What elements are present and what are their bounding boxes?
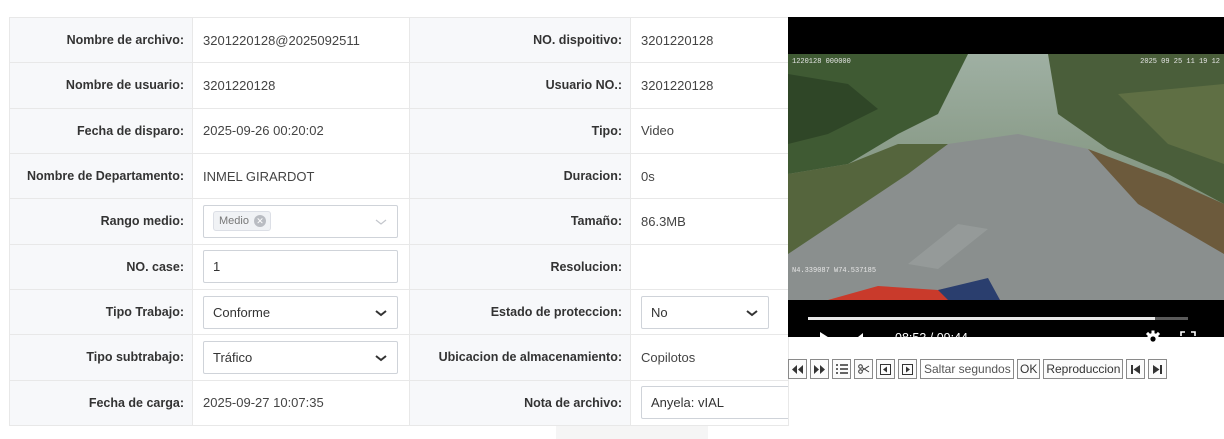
storage-label: Ubicacion de almacenamiento:	[409, 334, 631, 381]
close-icon[interactable]: ✕	[253, 215, 266, 228]
size-value: 86.3MB	[630, 198, 789, 245]
case-no-input[interactable]: 1	[203, 250, 398, 284]
chevron-down-icon	[375, 309, 387, 316]
playback-button[interactable]: Reproduccion	[1043, 359, 1124, 379]
trigger-date-label: Fecha de disparo:	[9, 107, 193, 154]
protection-label: Estado de proteccion:	[409, 288, 631, 336]
work-subtype-cell: Tráfico	[192, 334, 410, 381]
user-name-label: Nombre de usuario:	[9, 62, 193, 109]
table-row: NO. case: 1 Resolucion:	[9, 243, 789, 290]
user-no-value: 3201220128	[630, 62, 789, 109]
overlay-device: 1220128 000000	[792, 58, 851, 66]
duration-label: Duracion:	[409, 152, 631, 200]
case-no-cell: 1	[192, 243, 410, 290]
skip-start-icon	[1131, 364, 1141, 374]
gear-icon[interactable]	[1144, 330, 1162, 348]
scissors-icon	[857, 364, 869, 374]
skip-end-button[interactable]	[1148, 359, 1168, 379]
storage-value: Copilotos	[630, 334, 789, 381]
work-type-cell: Conforme	[192, 288, 410, 336]
overlay-gps: N4.339087 W74.537185	[792, 267, 876, 275]
device-no-value: 3201220128	[630, 16, 789, 64]
player-controls: 08:53 / 09:44	[788, 323, 1224, 355]
user-no-label: Usuario NO.:	[409, 62, 631, 109]
user-name-value: 3201220128	[192, 62, 410, 109]
video-frame: 1220128 000000 2025 09 25 11 19 12 N4.33…	[788, 54, 1224, 300]
protection-value: No	[651, 304, 668, 320]
file-note-value: Anyela: vIAL	[651, 395, 724, 411]
size-label: Tamaño:	[409, 198, 631, 245]
volume-icon[interactable]	[854, 332, 866, 346]
file-details-table: Nombre de archivo: 3201220128@2025092511…	[9, 16, 789, 427]
medium-range-tag: Medio ✕	[213, 211, 271, 232]
table-row: Fecha de carga: 2025-09-27 10:07:35 Nota…	[9, 379, 789, 427]
department-label: Nombre de Departamento:	[9, 152, 193, 200]
medium-range-label: Rango medio:	[9, 198, 193, 245]
fast-forward-icon	[814, 364, 825, 374]
resolution-label: Resolucion:	[409, 243, 631, 290]
rewind-button[interactable]	[788, 359, 807, 379]
work-subtype-label: Tipo subtrabajo:	[9, 334, 193, 381]
file-note-cell: Anyela: vIAL	[630, 379, 789, 427]
skip-end-icon	[1153, 364, 1163, 374]
chevron-down-icon	[375, 219, 387, 225]
duration-value: 0s	[630, 152, 789, 200]
type-value: Video	[630, 107, 789, 154]
playlist-button[interactable]	[832, 359, 851, 379]
file-note-input[interactable]: Anyela: vIAL	[641, 386, 788, 420]
medium-range-cell: Medio ✕	[192, 198, 410, 245]
prev-frame-button[interactable]	[876, 359, 895, 379]
playback-toolbar: Saltar segundos OK Reproduccion	[788, 359, 1224, 379]
department-value: INMEL GIRARDOT	[192, 152, 410, 200]
work-type-value: Conforme	[213, 304, 271, 320]
case-no-label: NO. case:	[9, 243, 193, 290]
table-row: Nombre de archivo: 3201220128@2025092511…	[9, 16, 789, 64]
rewind-icon	[792, 364, 803, 374]
fast-forward-button[interactable]	[810, 359, 829, 379]
table-row: Fecha de disparo: 2025-09-26 00:20:02 Ti…	[9, 107, 789, 154]
medium-range-tag-label: Medio	[219, 215, 249, 228]
list-icon	[835, 364, 848, 374]
work-type-label: Tipo Trabajo:	[9, 288, 193, 336]
fullscreen-icon[interactable]	[1180, 331, 1196, 347]
play-icon[interactable]	[819, 332, 832, 346]
upload-date-value: 2025-09-27 10:07:35	[192, 379, 410, 427]
table-row: Tipo subtrabajo: Tráfico Ubicacion de al…	[9, 334, 789, 381]
overlay-datetime: 2025 09 25 11 19 12	[1140, 58, 1220, 66]
table-row: Rango medio: Medio ✕ Tamaño: 86.3MB	[9, 198, 789, 245]
resolution-value	[630, 243, 789, 290]
file-note-label: Nota de archivo:	[409, 379, 631, 427]
watermark-strip	[556, 426, 708, 439]
progress-fill	[808, 317, 1155, 320]
table-row: Nombre de Departamento: INMEL GIRARDOT D…	[9, 152, 789, 200]
next-frame-button[interactable]	[898, 359, 917, 379]
chevron-down-icon	[375, 355, 387, 362]
chevron-down-icon	[746, 309, 758, 316]
table-row: Nombre de usuario: 3201220128 Usuario NO…	[9, 62, 789, 109]
step-forward-icon	[902, 363, 913, 375]
work-subtype-value: Tráfico	[213, 349, 253, 365]
case-no-value: 1	[213, 259, 221, 275]
table-row: Tipo Trabajo: Conforme Estado de protecc…	[9, 288, 789, 336]
seek-seconds-input[interactable]: Saltar segundos	[920, 359, 1014, 379]
type-label: Tipo:	[409, 107, 631, 154]
upload-date-label: Fecha de carga:	[9, 379, 193, 427]
time-display: 08:53 / 09:44	[895, 331, 968, 345]
ok-button[interactable]: OK	[1017, 359, 1041, 379]
device-no-label: NO. dispoitivo:	[409, 16, 631, 64]
protection-select[interactable]: No	[641, 295, 769, 329]
work-type-select[interactable]: Conforme	[203, 295, 398, 329]
file-name-value: 3201220128@2025092511	[192, 16, 410, 64]
file-name-label: Nombre de archivo:	[9, 16, 193, 64]
step-back-icon	[880, 363, 891, 375]
progress-bar[interactable]	[808, 317, 1188, 320]
clip-button[interactable]	[854, 359, 873, 379]
work-subtype-select[interactable]: Tráfico	[203, 340, 398, 374]
medium-range-select[interactable]: Medio ✕	[203, 204, 398, 238]
video-player[interactable]: 1220128 000000 2025 09 25 11 19 12 N4.33…	[788, 17, 1224, 348]
skip-start-button[interactable]	[1126, 359, 1146, 379]
protection-cell: No	[630, 288, 789, 336]
trigger-date-value: 2025-09-26 00:20:02	[192, 107, 410, 154]
